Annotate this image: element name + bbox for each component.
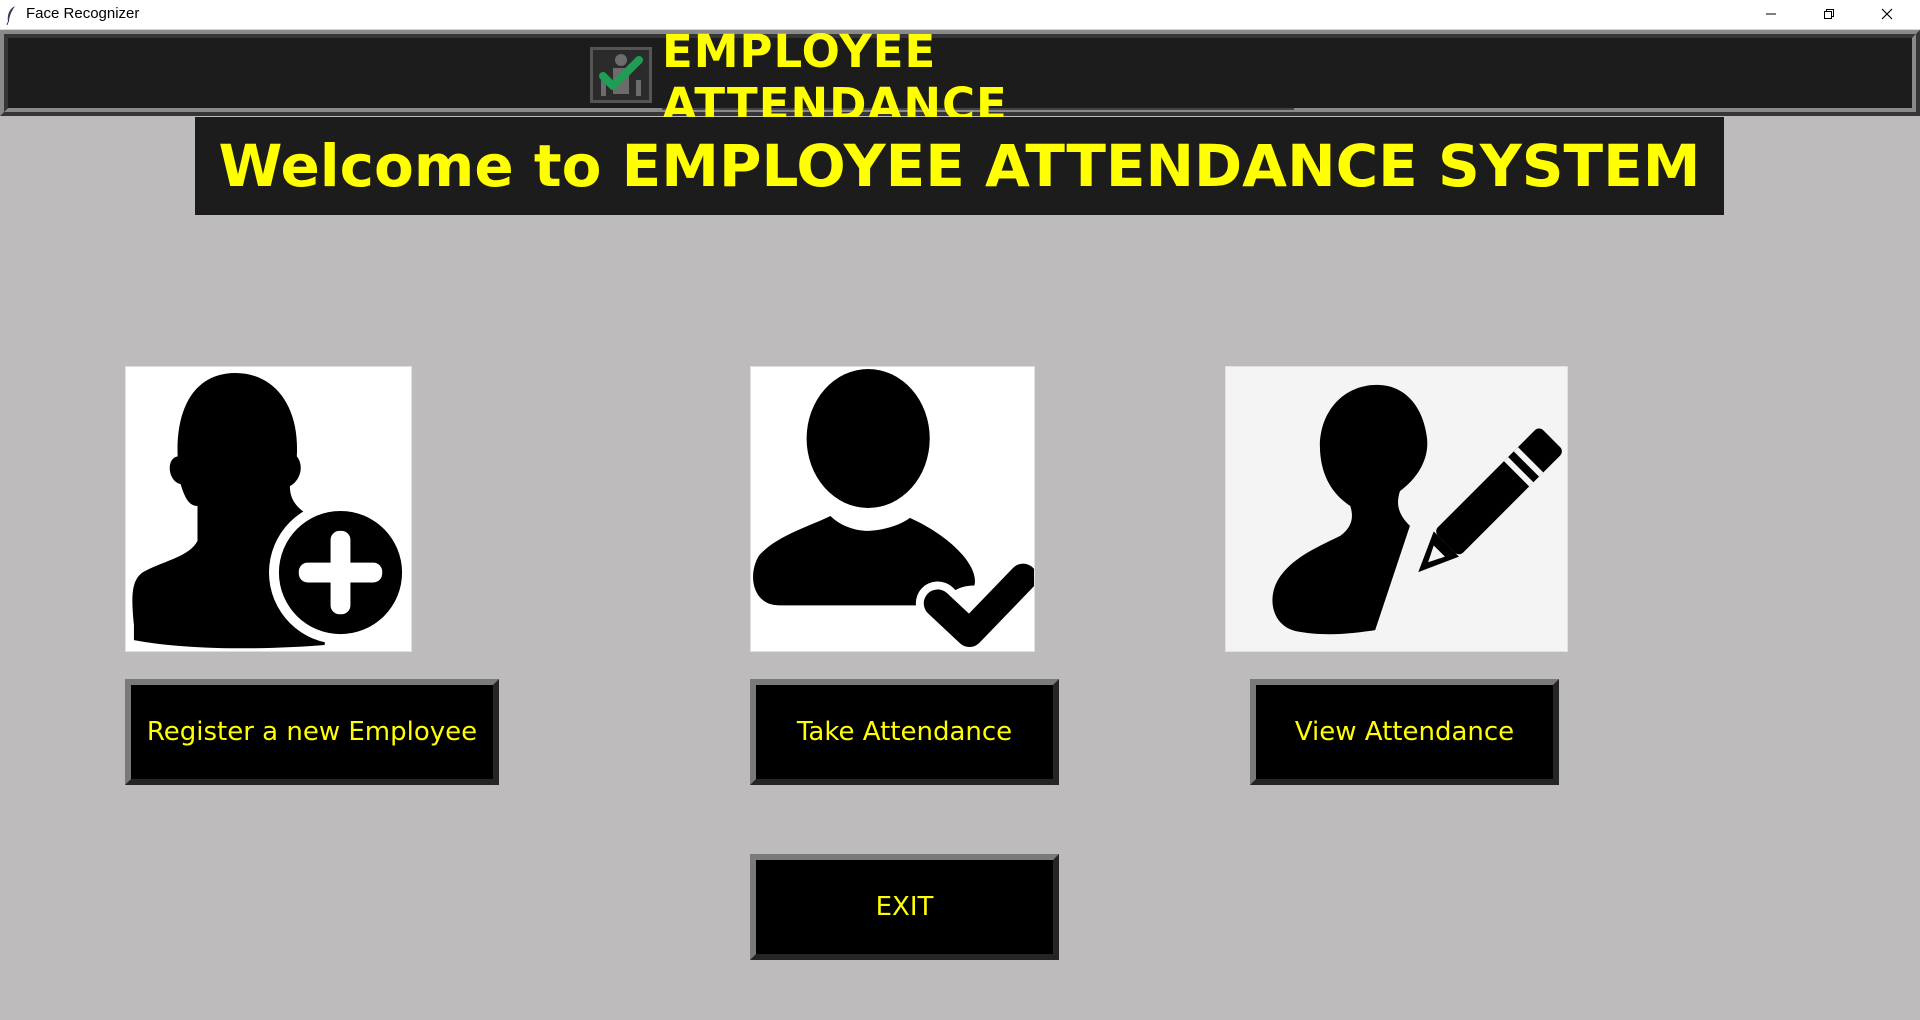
user-edit-icon (1225, 366, 1568, 652)
restore-button[interactable] (1800, 0, 1858, 29)
minimize-icon (1765, 5, 1777, 24)
feather-icon (5, 5, 17, 26)
take-attendance-button[interactable]: Take Attendance (750, 679, 1059, 785)
welcome-banner: Welcome to EMPLOYEE ATTENDANCE SYSTEM (195, 117, 1724, 215)
header-title-box: EMPLOYEE ATTENDANCE (662, 25, 1294, 131)
register-employee-button[interactable]: Register a new Employee (125, 679, 499, 785)
add-user-icon (125, 366, 412, 652)
window-title: Face Recognizer (26, 5, 140, 22)
close-button[interactable] (1858, 0, 1916, 29)
user-check-icon (750, 366, 1035, 652)
welcome-text: Welcome to EMPLOYEE ATTENDANCE SYSTEM (218, 132, 1701, 200)
exit-button[interactable]: EXIT (750, 854, 1059, 960)
restore-icon (1823, 5, 1835, 24)
app-window: Face Recognizer EMPLOYEE ATTENDANCE Welc… (0, 0, 1920, 1020)
attendance-check-icon (590, 47, 652, 103)
page-title: EMPLOYEE ATTENDANCE (662, 25, 1008, 131)
close-icon (1881, 5, 1893, 24)
view-attendance-button[interactable]: View Attendance (1250, 679, 1559, 785)
minimize-button[interactable] (1742, 0, 1800, 29)
